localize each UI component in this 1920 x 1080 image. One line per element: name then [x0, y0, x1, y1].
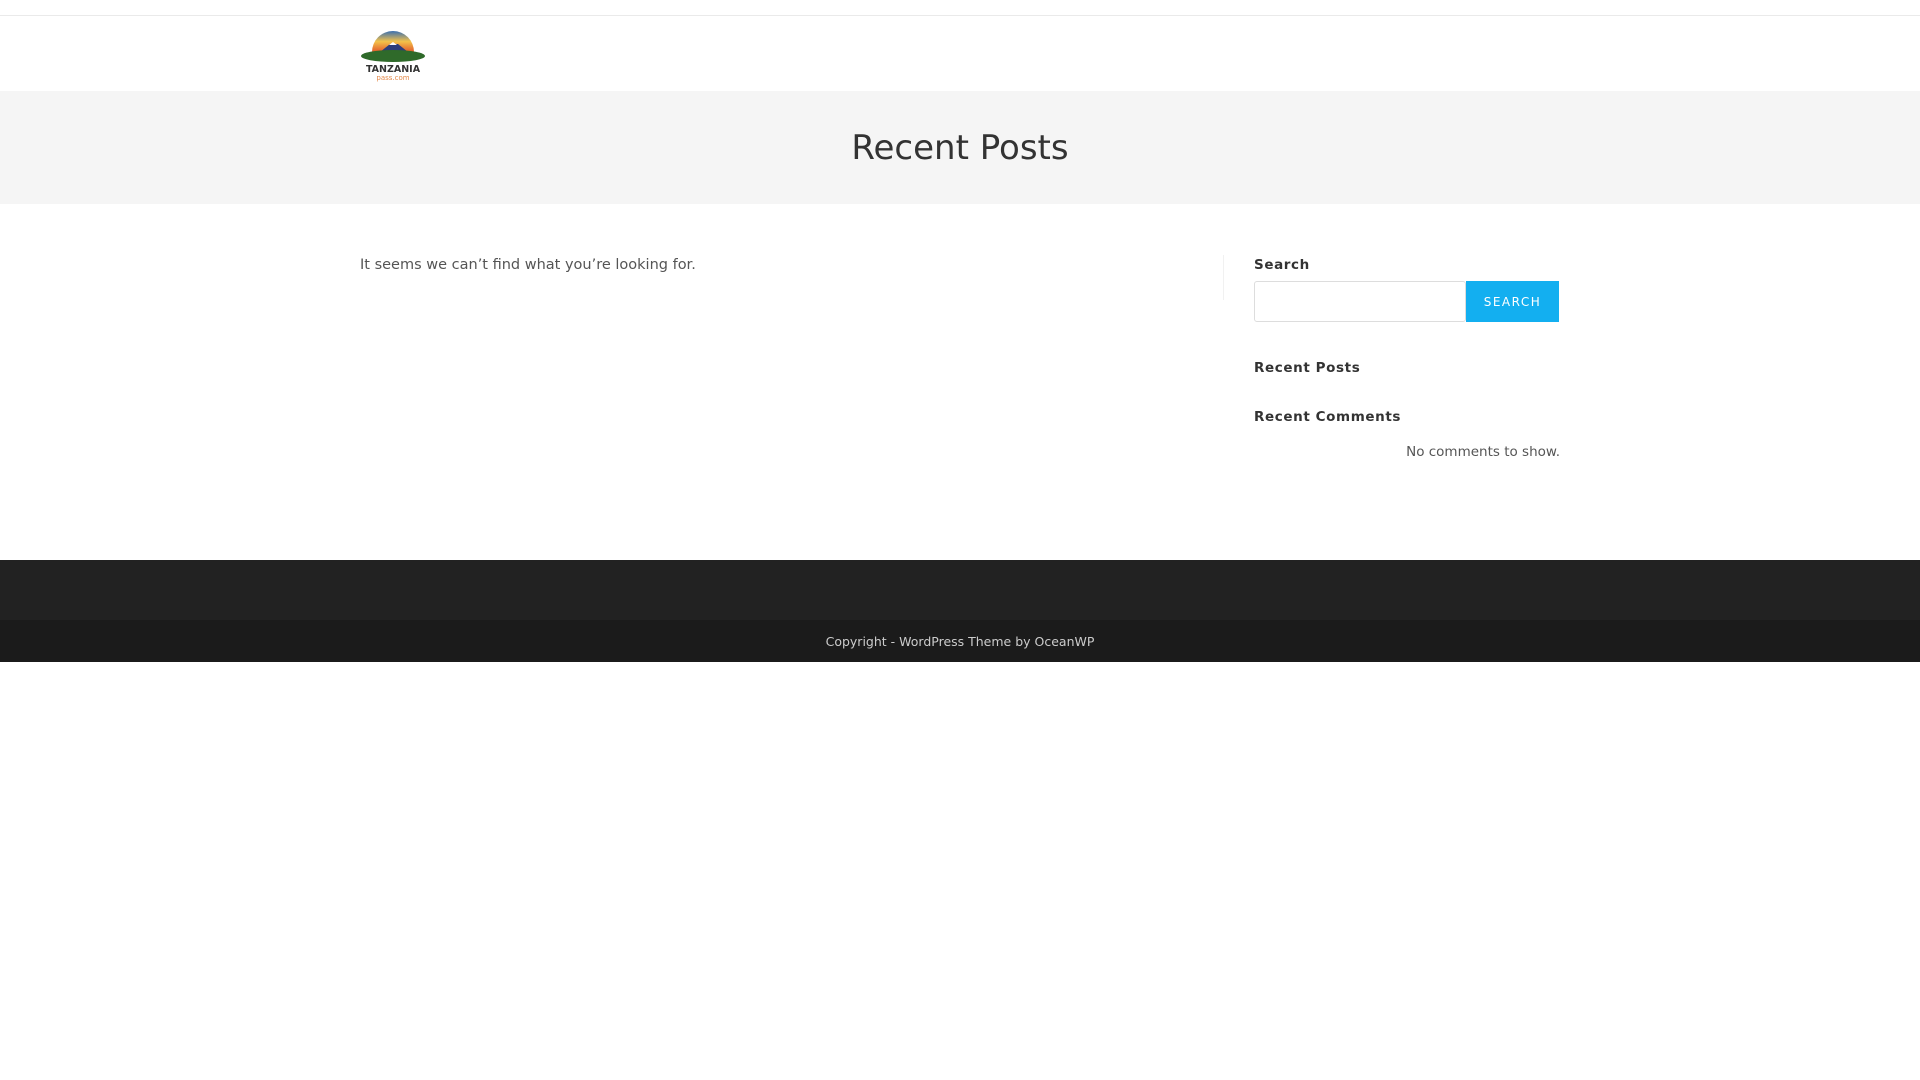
site-header: TANZANIA pass.com — [0, 16, 1920, 91]
page-title: Recent Posts — [851, 127, 1069, 168]
search-widget-title: Search — [1254, 257, 1310, 273]
search-button[interactable]: SEARCH — [1466, 281, 1559, 322]
svg-text:pass.com: pass.com — [376, 74, 409, 82]
no-comments-text: No comments to show. — [1406, 444, 1560, 460]
not-found-message: It seems we can’t find what you’re looki… — [360, 257, 696, 273]
footer-bottom: Copyright - WordPress Theme by OceanWP — [0, 620, 1920, 662]
sidebar: Search SEARCH Recent Posts Recent Commen… — [1254, 257, 1560, 460]
search-input[interactable] — [1254, 281, 1466, 322]
sidebar-divider — [1223, 255, 1224, 300]
footer-widgets — [0, 560, 1920, 620]
search-widget: Search SEARCH — [1254, 257, 1560, 322]
site-logo[interactable]: TANZANIA pass.com — [360, 24, 426, 82]
top-bar — [0, 0, 1920, 16]
copyright-text: Copyright - WordPress Theme by OceanWP — [825, 633, 1095, 649]
recent-posts-title: Recent Posts — [1254, 360, 1361, 376]
tanzania-pass-logo-icon: TANZANIA pass.com — [361, 31, 425, 82]
page-header: Recent Posts — [0, 91, 1920, 204]
recent-comments-title: Recent Comments — [1254, 409, 1402, 425]
